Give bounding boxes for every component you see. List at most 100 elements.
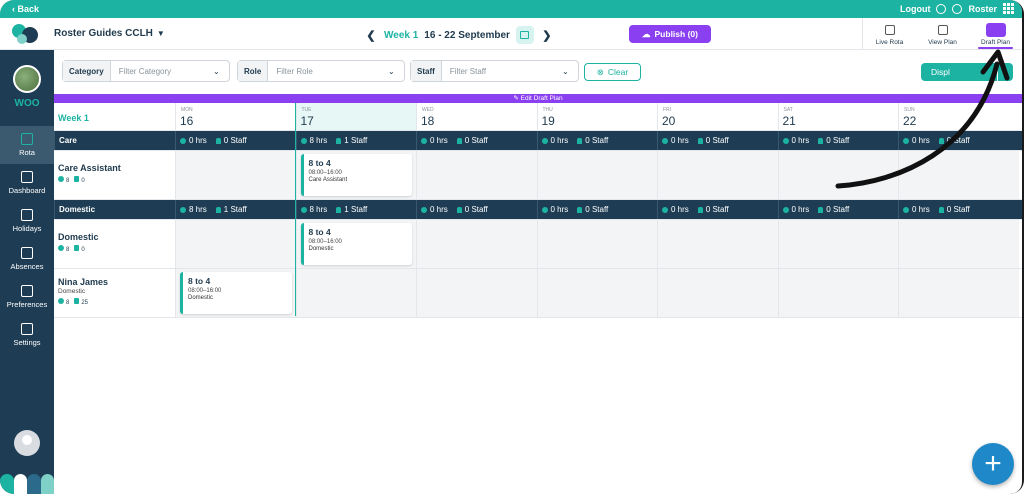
shift-cell[interactable] — [777, 269, 898, 317]
week-label: Week 1 — [384, 29, 419, 41]
section-total: 0 hrs 0 Staff — [657, 131, 778, 150]
calendar-check-icon — [884, 25, 895, 35]
shift-cell[interactable] — [657, 220, 778, 268]
user-avatar[interactable] — [14, 430, 40, 456]
shift-cell[interactable] — [295, 269, 416, 317]
shift-cell[interactable] — [898, 151, 1019, 199]
days-header-row: Week 1 MON 16 TUE 17 WED 18 THU 19 FRI 20 SAT… — [54, 103, 1022, 131]
app-logo — [12, 24, 38, 44]
day-header-today: TUE 17 — [295, 103, 416, 130]
clock-icon — [782, 206, 789, 213]
shift-cell[interactable] — [657, 151, 778, 199]
chevron-down-icon[interactable]: ⌄ — [997, 63, 1013, 81]
top-bar: ‹ Back Logout Roster — [0, 0, 1022, 18]
employee-info[interactable]: Care Assistant 80 — [54, 151, 175, 199]
shift-card[interactable]: 8 to 4 08:00–16:00 Domestic — [180, 272, 292, 314]
shift-cell[interactable] — [416, 151, 537, 199]
sidebar-nav: Rota Dashboard Holidays Absences Prefere… — [0, 126, 54, 354]
shift-cell[interactable]: 8 to 4 08:00–16:00 Domestic — [175, 269, 296, 317]
section-total: 0 hrs 0 Staff — [536, 200, 658, 219]
total-staff: 0 Staff — [946, 205, 970, 214]
sidebar-item-absences[interactable]: Absences — [0, 240, 54, 278]
sidebar-item-settings[interactable]: Settings — [0, 316, 54, 354]
plus-icon: + — [984, 447, 1002, 480]
shift-title: 8 to 4 — [308, 158, 331, 168]
day-header: WED 18 — [416, 103, 537, 130]
shift-cell[interactable] — [657, 269, 778, 317]
employee-info[interactable]: Domestic 80 — [54, 220, 175, 268]
add-shift-button[interactable]: + — [972, 443, 1014, 485]
section-header-domestic[interactable]: Domestic 8 hrs 1 Staff 8 hrs 1 Staff 0 hrs… — [54, 200, 1022, 220]
shift-cell[interactable] — [175, 220, 296, 268]
display-button[interactable]: Displ ⌄ — [921, 63, 1013, 81]
total-staff: 1 Staff — [344, 136, 368, 145]
shift-cell[interactable] — [898, 220, 1019, 268]
apps-grid-icon[interactable] — [1003, 3, 1014, 14]
clock-icon — [541, 137, 548, 144]
logout-link[interactable]: Logout — [900, 4, 931, 14]
section-header-care[interactable]: Care 0 hrs 0 Staff 8 hrs 1 Staff 0 hrs 0 St… — [54, 131, 1022, 151]
person-icon — [577, 137, 583, 144]
section-total: 8 hrs 1 Staff — [295, 200, 417, 219]
org-avatar[interactable] — [13, 65, 41, 93]
plan-tabs: Live Rota View Plan Draft Plan — [862, 18, 1022, 50]
clock-icon — [662, 137, 668, 144]
edit-draft-plan-banner[interactable]: ✎ Edit Draft Plan — [54, 94, 1022, 103]
total-hours: 0 hrs — [189, 136, 207, 145]
shift-card[interactable]: 8 to 4 08:00–16:00 Domestic — [300, 223, 412, 265]
publish-button[interactable]: ☁ Publish (0) — [629, 25, 711, 43]
category-filter[interactable]: Category Filter Category ⌄ — [62, 60, 230, 82]
clock-icon — [58, 245, 64, 251]
calendar-picker-button[interactable] — [515, 26, 534, 44]
roster-selector[interactable]: Roster Guides CCLH ▼ — [54, 28, 165, 39]
dashboard-icon — [21, 171, 33, 183]
sidebar-item-label: Dashboard — [8, 186, 46, 195]
shift-cell[interactable] — [777, 151, 898, 199]
shift-cell[interactable] — [416, 269, 537, 317]
gear-icon[interactable] — [952, 3, 963, 14]
total-hours: 0 hrs — [430, 136, 448, 145]
shift-cell[interactable] — [777, 220, 898, 268]
sidebar-item-dashboard[interactable]: Dashboard — [0, 164, 54, 202]
sidebar-item-preferences[interactable]: Preferences — [0, 278, 54, 316]
staff-filter[interactable]: Staff Filter Staff ⌄ — [410, 60, 579, 82]
total-staff: 1 Staff — [344, 205, 368, 214]
shift-cell[interactable] — [898, 269, 1019, 317]
tab-view-plan[interactable]: View Plan — [916, 18, 969, 50]
total-hours: 8 hrs — [309, 205, 328, 214]
today-indicator — [295, 103, 296, 316]
total-staff: 0 Staff — [946, 136, 970, 145]
sidebar-item-rota[interactable]: Rota — [0, 126, 54, 164]
roster-link[interactable]: Roster — [968, 4, 997, 14]
section-total: 0 hrs 0 Staff — [536, 131, 658, 150]
sidebar-item-label: Absences — [10, 262, 44, 271]
shift-cell[interactable] — [536, 269, 657, 317]
staff-filter-label: Staff — [411, 61, 442, 81]
total-hours: 0 hrs — [791, 136, 810, 145]
stat-count: 0 — [81, 178, 85, 184]
section-name: Care — [54, 131, 175, 150]
shift-cell[interactable]: 8 to 4 08:00–16:00 Care Assistant — [295, 151, 416, 199]
preferences-icon — [21, 285, 33, 297]
role-filter-label: Role — [238, 61, 269, 81]
shift-cell[interactable] — [536, 220, 657, 268]
logout-icon[interactable] — [936, 3, 947, 14]
shift-role: Domestic — [308, 246, 334, 252]
shift-cell[interactable]: 8 to 4 08:00–16:00 Domestic — [295, 220, 416, 268]
shift-cell[interactable] — [416, 220, 537, 268]
employee-info[interactable]: Nina James Domestic 8 25 — [54, 269, 175, 317]
shift-cell[interactable] — [536, 151, 657, 199]
role-filter[interactable]: Role Filter Role ⌄ — [237, 60, 405, 82]
tab-draft-plan[interactable]: Draft Plan — [969, 18, 1022, 50]
tab-live-rota[interactable]: Live Rota — [863, 18, 916, 50]
back-link[interactable]: ‹ Back — [12, 4, 39, 14]
previous-week-button[interactable]: ❮ — [364, 29, 378, 42]
sidebar-item-holidays[interactable]: Holidays — [0, 202, 54, 240]
cloud-upload-icon: ☁ — [642, 28, 651, 39]
person-icon — [456, 137, 462, 144]
shift-cell[interactable] — [175, 151, 296, 199]
sidebar-item-label: Settings — [13, 338, 41, 347]
shift-card[interactable]: 8 to 4 08:00–16:00 Care Assistant — [300, 154, 412, 196]
clear-filters-button[interactable]: ⊗ Clear — [584, 63, 641, 81]
next-week-button[interactable]: ❯ — [540, 29, 554, 42]
